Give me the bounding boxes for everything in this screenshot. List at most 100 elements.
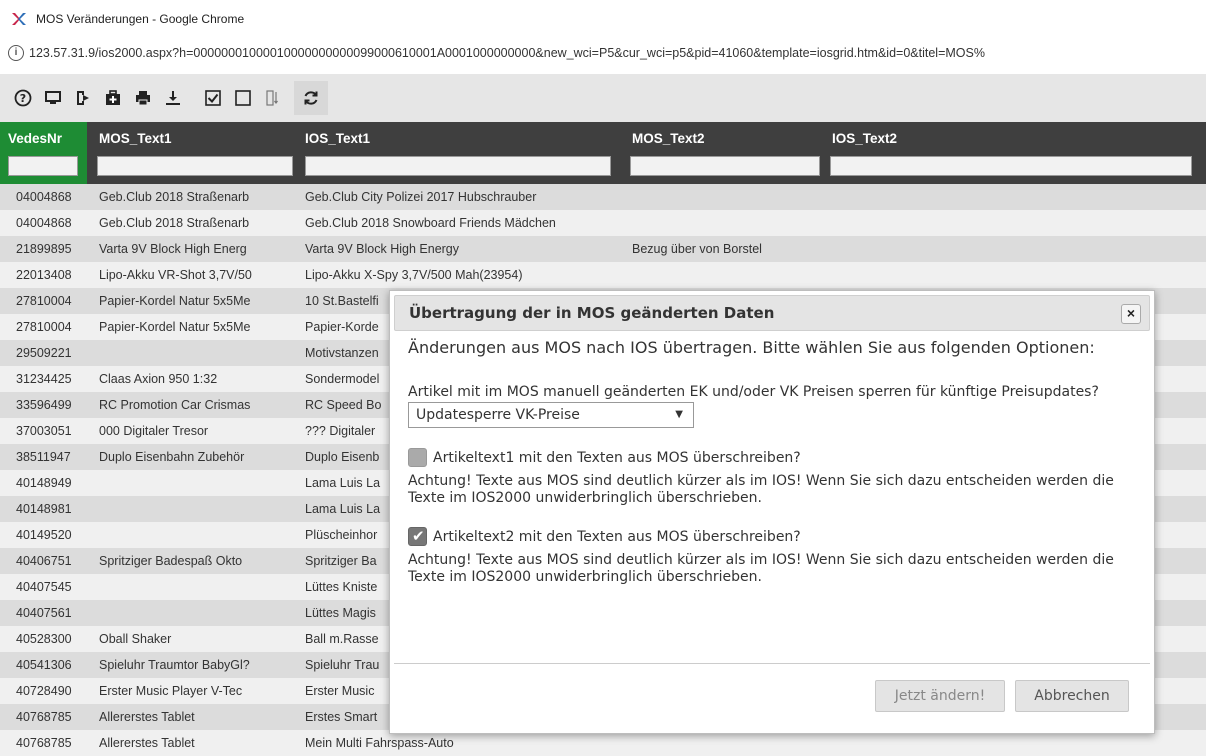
table-cell: 31234425 bbox=[16, 372, 72, 386]
checkbox-empty-icon[interactable] bbox=[232, 87, 254, 109]
table-row[interactable]: 04004868 Geb.Club 2018 Straßenarb Geb.Club… bbox=[0, 210, 1206, 236]
filter-input-vedesnr[interactable] bbox=[8, 156, 78, 176]
table-cell: Erster Music Player V-Tec bbox=[99, 684, 243, 698]
table-cell: 04004868 bbox=[16, 216, 72, 230]
table-cell: 27810004 bbox=[16, 320, 72, 334]
table-row[interactable]: 21899895 Varta 9V Block High Energ Varta 9… bbox=[0, 236, 1206, 262]
download-icon[interactable] bbox=[162, 87, 184, 109]
text2-label[interactable]: Artikeltext2 mit den Texten aus MOS über… bbox=[433, 529, 801, 545]
filter-input-ios-text2[interactable] bbox=[830, 156, 1192, 176]
table-cell: Varta 9V Block High Energ bbox=[99, 242, 247, 256]
option-text1[interactable]: Artikeltext1 mit den Texten aus MOS über… bbox=[408, 448, 1114, 467]
table-cell bbox=[632, 262, 827, 288]
column-header-ios-text1[interactable]: IOS_Text1 bbox=[297, 122, 617, 184]
text1-warning: Achtung! Texte aus MOS sind deutlich kür… bbox=[408, 473, 1114, 506]
dialog-titlebar[interactable]: Übertragung der in MOS geänderten Daten … bbox=[394, 295, 1150, 331]
window-title: MOS Veränderungen - Google Chrome bbox=[36, 12, 245, 26]
table-cell: 40768785 bbox=[16, 710, 72, 724]
table-cell: 40406751 bbox=[16, 554, 72, 568]
table-cell: Allererstes Tablet bbox=[99, 710, 195, 724]
table-cell bbox=[99, 600, 289, 626]
table-cell: Geb.Club City Polizei 2017 Hubschrauber bbox=[305, 190, 537, 204]
table-cell: 27810004 bbox=[16, 294, 72, 308]
dialog-title: Übertragung der in MOS geänderten Daten bbox=[409, 304, 775, 322]
table-cell: Spritziger Badespaß Okto bbox=[99, 554, 243, 568]
address-bar[interactable]: i 123.57.31.9/ios2000.aspx?h=00000001000… bbox=[0, 38, 1206, 68]
table-cell: 38511947 bbox=[16, 450, 71, 464]
price-lock-select[interactable]: Updatesperre VK-Preise ▼ bbox=[408, 402, 694, 428]
option-text2[interactable]: Artikeltext2 mit den Texten aus MOS über… bbox=[408, 527, 1114, 546]
refresh-icon[interactable] bbox=[294, 81, 328, 115]
text1-label[interactable]: Artikeltext1 mit den Texten aus MOS über… bbox=[433, 450, 801, 466]
window-titlebar: MOS Veränderungen - Google Chrome bbox=[0, 0, 1206, 38]
column-label: VedesNr bbox=[8, 131, 63, 146]
table-cell: RC Promotion Car Crismas bbox=[99, 398, 251, 412]
column-header-mos-text2[interactable]: MOS_Text2 bbox=[624, 122, 824, 184]
price-question: Artikel mit im MOS manuell geänderten EK… bbox=[408, 384, 1099, 400]
column-label: MOS_Text2 bbox=[632, 131, 705, 146]
table-cell bbox=[99, 522, 289, 548]
price-lock-value: Updatesperre VK-Preise bbox=[416, 407, 580, 423]
column-header-mos-text1[interactable]: MOS_Text1 bbox=[91, 122, 297, 184]
column-label: IOS_Text1 bbox=[305, 131, 371, 146]
table-cell: Lipo-Akku VR-Shot 3,7V/50 bbox=[99, 268, 252, 282]
table-cell bbox=[832, 210, 1202, 236]
table-cell bbox=[832, 184, 1202, 210]
grid-header: VedesNr MOS_Text1 IOS_Text1 MOS_Text2 IO… bbox=[0, 122, 1206, 184]
print-icon[interactable] bbox=[132, 87, 154, 109]
table-cell: Geb.Club 2018 Snowboard Friends Mädchen bbox=[305, 216, 556, 230]
column-label: IOS_Text2 bbox=[832, 131, 898, 146]
table-cell: Papier-Kordel Natur 5x5Me bbox=[99, 320, 251, 334]
table-cell: Bezug über von Borstel bbox=[632, 242, 762, 256]
column-header-vedesnr[interactable]: VedesNr bbox=[0, 122, 87, 184]
table-cell: 21899895 bbox=[16, 242, 72, 256]
table-cell: 40148981 bbox=[16, 502, 72, 516]
help-icon[interactable]: ? bbox=[12, 87, 34, 109]
table-cell: 40768785 bbox=[16, 736, 72, 750]
table-cell: Geb.Club 2018 Straßenarb bbox=[99, 216, 250, 230]
dialog-divider bbox=[394, 663, 1150, 664]
text2-checkbox[interactable] bbox=[408, 527, 427, 546]
cancel-button[interactable]: Abbrechen bbox=[1015, 680, 1129, 712]
table-row[interactable]: 22013408 Lipo-Akku VR-Shot 3,7V/50 Lipo-Ak… bbox=[0, 262, 1206, 288]
table-cell: 33596499 bbox=[16, 398, 72, 412]
filter-input-mos-text2[interactable] bbox=[630, 156, 820, 176]
site-info-icon[interactable]: i bbox=[8, 45, 24, 61]
table-cell: 37003051 bbox=[16, 424, 72, 438]
table-cell bbox=[99, 340, 289, 366]
filter-input-mos-text1[interactable] bbox=[97, 156, 293, 176]
table-row[interactable]: 04004868 Geb.Club 2018 Straßenarb Geb.Club… bbox=[0, 184, 1206, 210]
column-sort-icon[interactable] bbox=[262, 87, 284, 109]
table-cell: Papier-Kordel Natur 5x5Me bbox=[99, 294, 251, 308]
table-cell: 40407561 bbox=[16, 606, 72, 620]
text2-warning: Achtung! Texte aus MOS sind deutlich kür… bbox=[408, 552, 1114, 585]
table-cell bbox=[632, 184, 827, 210]
close-icon[interactable]: × bbox=[1121, 304, 1141, 324]
table-cell: Allererstes Tablet bbox=[99, 736, 195, 750]
table-cell bbox=[99, 470, 289, 496]
table-cell bbox=[832, 236, 1202, 262]
table-cell: 22013408 bbox=[16, 268, 72, 282]
table-cell: 40407545 bbox=[16, 580, 72, 594]
export-icon[interactable] bbox=[72, 87, 94, 109]
monitor-icon[interactable] bbox=[42, 87, 64, 109]
column-label: MOS_Text1 bbox=[99, 131, 172, 146]
column-header-ios-text2[interactable]: IOS_Text2 bbox=[824, 122, 1206, 184]
table-cell bbox=[99, 574, 289, 600]
apply-button[interactable]: Jetzt ändern! bbox=[875, 680, 1005, 712]
table-cell: 000 Digitaler Tresor bbox=[99, 424, 209, 438]
filter-input-ios-text1[interactable] bbox=[305, 156, 611, 176]
app-logo-icon bbox=[12, 13, 26, 25]
grid-toolbar: ? bbox=[0, 74, 1206, 122]
table-cell: Claas Axion 950 1:32 bbox=[99, 372, 218, 386]
medkit-icon[interactable] bbox=[102, 87, 124, 109]
table-cell: 29509221 bbox=[16, 346, 72, 360]
table-cell: Oball Shaker bbox=[99, 632, 172, 646]
checkbox-checked-icon[interactable] bbox=[202, 87, 224, 109]
table-cell: 40541306 bbox=[16, 658, 72, 672]
table-cell: 40149520 bbox=[16, 528, 72, 542]
text1-checkbox[interactable] bbox=[408, 448, 427, 467]
table-cell: 40148949 bbox=[16, 476, 72, 490]
address-url[interactable]: 123.57.31.9/ios2000.aspx?h=0000000100001… bbox=[29, 46, 985, 60]
transfer-dialog: Übertragung der in MOS geänderten Daten … bbox=[389, 290, 1155, 734]
